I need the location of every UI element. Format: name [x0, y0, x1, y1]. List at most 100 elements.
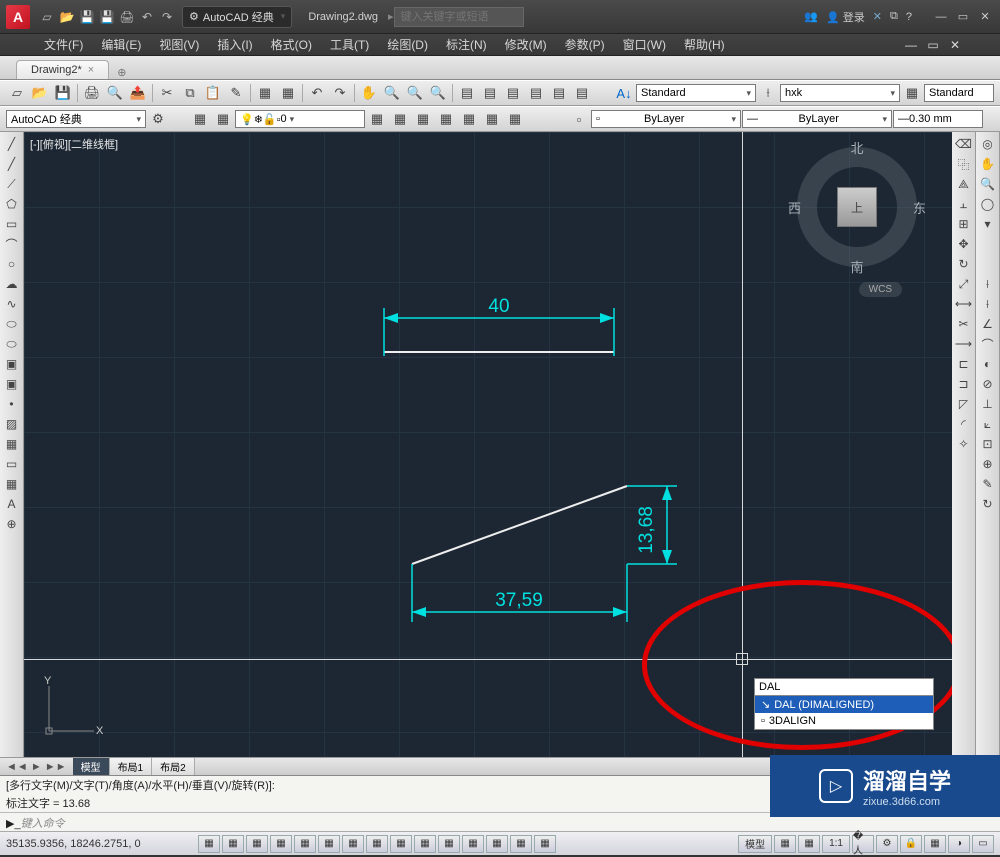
dim-style-combo[interactable]: hxk — [780, 84, 900, 102]
block2-icon[interactable]: ▦ — [277, 83, 299, 103]
new-icon[interactable]: ▱ — [6, 83, 28, 103]
doc-close-button[interactable]: ✕ — [946, 37, 964, 53]
coordinates[interactable]: 35135.9356, 18246.2751, 0 — [6, 838, 196, 850]
publish-icon[interactable]: 📤 — [127, 83, 149, 103]
command-option-dal[interactable]: ↘ DAL (DIMALIGNED) — [755, 696, 933, 713]
menu-view[interactable]: 视图(V) — [151, 34, 207, 55]
layer-props-icon[interactable]: ▦ — [189, 109, 211, 129]
array-icon[interactable]: ⊞ — [952, 214, 975, 234]
sb-clean[interactable]: ▭ — [972, 835, 994, 853]
undo-icon[interactable]: ↶ — [306, 83, 328, 103]
menu-draw[interactable]: 绘图(D) — [379, 34, 436, 55]
layer-states-icon[interactable]: ▦ — [212, 109, 234, 129]
addselected-icon[interactable]: ⊕ — [0, 514, 23, 534]
layout-tab-2[interactable]: 布局2 — [152, 758, 195, 775]
drawing-canvas[interactable]: [-][俯视][二维线框] 上 北 南 西 东 WCS 40 — [24, 132, 952, 757]
tablestyle-icon[interactable]: ▦ — [901, 83, 923, 103]
layer-prev-icon[interactable]: ▦ — [504, 109, 526, 129]
exchange-icon[interactable]: ✕ — [873, 10, 882, 23]
infocenter-icon[interactable]: 👥 — [804, 10, 818, 23]
rotate-icon[interactable]: ↻ — [952, 254, 975, 274]
sb-ortho[interactable]: ▦ — [270, 835, 292, 853]
copy-icon[interactable]: ⧉ — [179, 83, 201, 103]
text-style-combo[interactable]: Standard — [636, 84, 756, 102]
document-tab[interactable]: Drawing2*× — [16, 60, 109, 79]
rectangle-icon[interactable]: ▭ — [0, 214, 23, 234]
menu-file[interactable]: 文件(F) — [36, 34, 91, 55]
stretch-icon[interactable]: ⟷ — [952, 294, 975, 314]
zoom-prev-icon[interactable]: 🔍 — [427, 83, 449, 103]
insert-icon[interactable]: ▣ — [0, 354, 23, 374]
menu-tools[interactable]: 工具(T) — [322, 34, 377, 55]
tp-icon[interactable]: ▤ — [502, 83, 524, 103]
print-icon[interactable]: 🖨 — [118, 8, 136, 26]
hatch-icon[interactable]: ▨ — [0, 414, 23, 434]
open-icon[interactable]: 📂 — [58, 8, 76, 26]
menu-edit[interactable]: 编辑(E) — [93, 34, 149, 55]
menu-format[interactable]: 格式(O) — [263, 34, 320, 55]
chamfer-icon[interactable]: ◸ — [952, 394, 975, 414]
point-icon[interactable]: • — [0, 394, 23, 414]
menu-insert[interactable]: 插入(I) — [209, 34, 260, 55]
undo-icon[interactable]: ↶ — [138, 8, 156, 26]
layer-make-icon[interactable]: ▦ — [458, 109, 480, 129]
dim-tol-icon[interactable]: ⊡ — [976, 434, 999, 454]
fillet-icon[interactable]: ◜ — [952, 414, 975, 434]
redo-icon[interactable]: ↷ — [158, 8, 176, 26]
layer-iso-icon[interactable]: ▦ — [366, 109, 388, 129]
print-icon[interactable]: 🖨 — [81, 83, 103, 103]
sb-model[interactable]: 模型 — [738, 835, 772, 853]
spline-icon[interactable]: ∿ — [0, 294, 23, 314]
sb-lwt[interactable]: ▦ — [438, 835, 460, 853]
dim-dia-icon[interactable]: ⊘ — [976, 374, 999, 394]
circle-icon[interactable]: ○ — [0, 254, 23, 274]
help-icon[interactable]: ? — [906, 11, 912, 23]
layout-tab-1[interactable]: 布局1 — [110, 758, 153, 775]
dim-lin-icon[interactable]: ⟊ — [976, 274, 999, 294]
dim-edit-icon[interactable]: ✎ — [976, 474, 999, 494]
sb-am[interactable]: ▦ — [534, 835, 556, 853]
sb-otrack[interactable]: ▦ — [366, 835, 388, 853]
command-typed[interactable]: DAL — [755, 679, 933, 696]
stayconnected-icon[interactable]: ⧉ — [890, 10, 898, 23]
menu-modify[interactable]: 修改(M) — [497, 34, 555, 55]
props-icon[interactable]: ▤ — [456, 83, 478, 103]
search-input[interactable] — [394, 7, 524, 27]
color-combo[interactable]: ▫ ByLayer — [591, 110, 741, 128]
makeblock-icon[interactable]: ▣ — [0, 374, 23, 394]
sb-layout-icon[interactable]: ▦ — [774, 835, 796, 853]
login-button[interactable]: 👤 登录 — [826, 9, 865, 25]
showmo-icon[interactable]: ▾ — [976, 214, 999, 234]
revcloud-icon[interactable]: ☁ — [0, 274, 23, 294]
cut-icon[interactable]: ✂ — [156, 83, 178, 103]
offset-icon[interactable]: ⫠ — [952, 194, 975, 214]
mtext-icon[interactable]: A — [0, 494, 23, 514]
trim-icon[interactable]: ✂ — [952, 314, 975, 334]
sb-lock[interactable]: 🔒 — [900, 835, 922, 853]
textstyle-icon[interactable]: A↓ — [613, 83, 635, 103]
pan-icon[interactable]: ✋ — [358, 83, 380, 103]
sb-qp[interactable]: ▦ — [486, 835, 508, 853]
break-icon[interactable]: ⊏ — [952, 354, 975, 374]
block-icon[interactable]: ▦ — [254, 83, 276, 103]
open-icon[interactable]: 📂 — [29, 83, 51, 103]
save-icon[interactable]: 💾 — [52, 83, 74, 103]
dim-ang-icon[interactable]: ∠ — [976, 314, 999, 334]
arc-icon[interactable]: ⌒ — [0, 234, 23, 254]
copy-obj-icon[interactable]: ⿻ — [952, 154, 975, 174]
extend-icon[interactable]: ⟶ — [952, 334, 975, 354]
markup-icon[interactable]: ▤ — [548, 83, 570, 103]
sb-3dosnap[interactable]: ▦ — [342, 835, 364, 853]
dim-upd-icon[interactable]: ↻ — [976, 494, 999, 514]
zoom2-icon[interactable]: 🔍 — [976, 174, 999, 194]
sb-tpy[interactable]: ▦ — [462, 835, 484, 853]
line-icon[interactable]: ╱ — [0, 134, 23, 154]
mirror-icon[interactable]: ⟁ — [952, 174, 975, 194]
table-icon[interactable]: ▦ — [0, 474, 23, 494]
dim-cen-icon[interactable]: ⊕ — [976, 454, 999, 474]
paste-icon[interactable]: 📋 — [202, 83, 224, 103]
close-button[interactable]: ✕ — [976, 9, 994, 25]
ellipsearc-icon[interactable]: ⬭ — [0, 334, 23, 354]
sb-annovis[interactable]: �人 — [852, 835, 874, 853]
dim-arc-icon[interactable]: ⌒ — [976, 334, 999, 354]
